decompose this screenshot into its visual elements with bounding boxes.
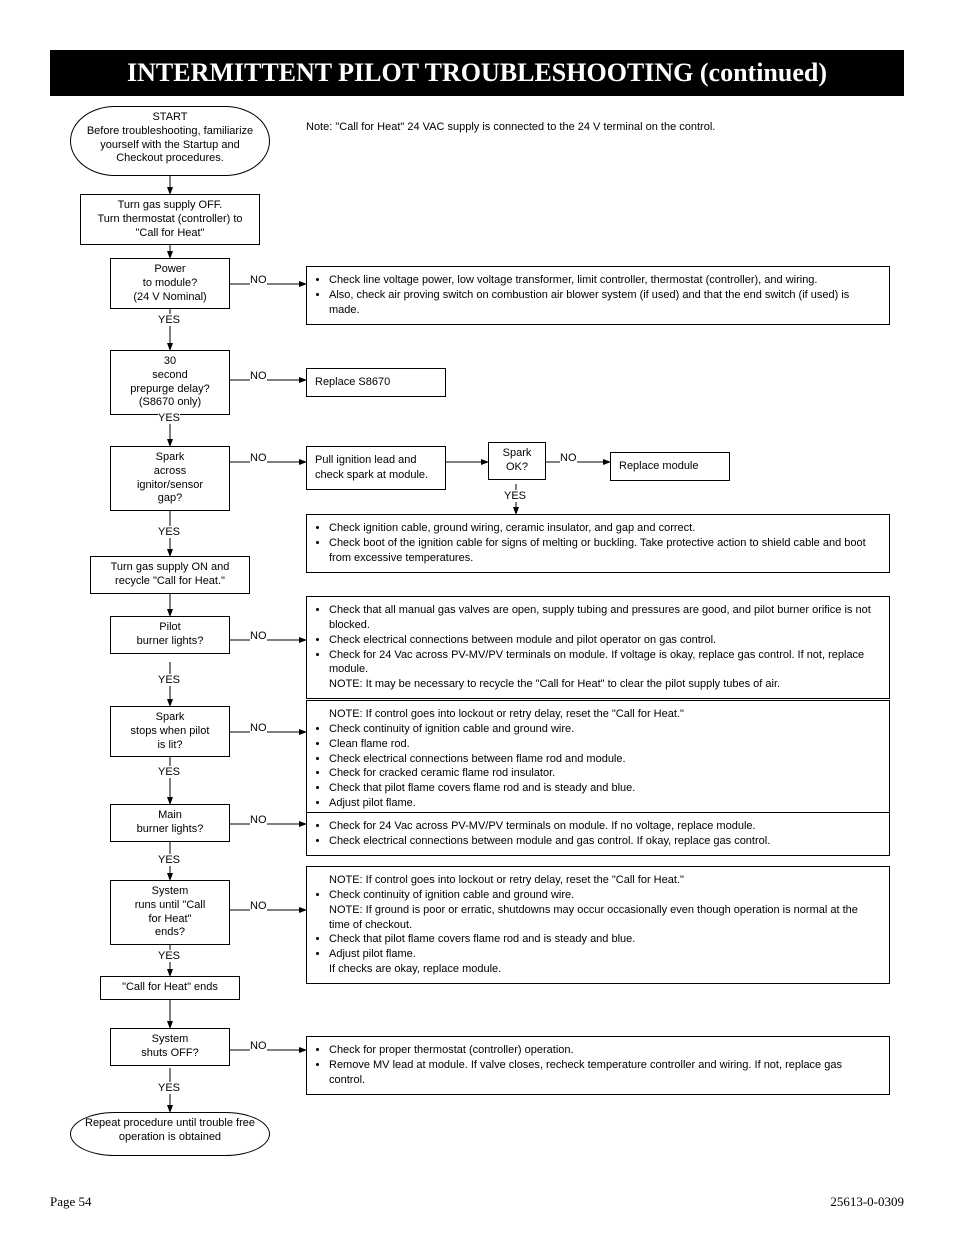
action-replace-module: Replace module: [610, 452, 730, 481]
document-number: 25613-0-0309: [830, 1194, 904, 1210]
list-item: Also, check air proving switch on combus…: [329, 288, 881, 318]
list-item: Check electrical connections between fla…: [329, 752, 881, 767]
decision-spark-across-gap: Sparkacrossignitor/sensorgap?: [110, 446, 230, 511]
process-gas-on: Turn gas supply ON andrecycle "Call for …: [90, 556, 250, 594]
list-item: Check that all manual gas valves are ope…: [329, 603, 881, 633]
list-item: Remove MV lead at module. If valve close…: [329, 1058, 881, 1088]
label-yes: YES: [158, 950, 180, 962]
label-no: NO: [560, 452, 577, 464]
label-yes: YES: [158, 854, 180, 866]
list-item: Check that pilot flame covers flame rod …: [329, 781, 881, 796]
label-yes: YES: [158, 674, 180, 686]
decision-system-runs: Systemruns until "Callfor Heat"ends?: [110, 880, 230, 945]
label-no: NO: [250, 630, 267, 642]
list-item: Check for proper thermostat (controller)…: [329, 1043, 881, 1058]
page-footer: Page 54 25613-0-0309: [50, 1194, 904, 1210]
note-text: NOTE: If control goes into lockout or re…: [315, 707, 881, 722]
label-no: NO: [250, 370, 267, 382]
decision-power-to-module: Powerto module?(24 V Nominal): [110, 258, 230, 309]
action-main-no: Check for 24 Vac across PV-MV/PV termina…: [306, 812, 890, 856]
terminal-start: STARTBefore troubleshooting, familiarize…: [70, 106, 270, 176]
decision-main-burner-lights: Mainburner lights?: [110, 804, 230, 842]
list-item: Check for 24 Vac across PV-MV/PV termina…: [329, 648, 881, 678]
list-item: Check line voltage power, low voltage tr…: [329, 273, 881, 288]
page: INTERMITTENT PILOT TROUBLESHOOTING (cont…: [0, 0, 954, 1235]
page-number: Page 54: [50, 1194, 92, 1210]
decision-spark-ok: SparkOK?: [488, 442, 546, 480]
label-no: NO: [250, 814, 267, 826]
label-no: NO: [250, 274, 267, 286]
label-no: NO: [250, 722, 267, 734]
list-item: Clean flame rod.: [329, 737, 881, 752]
list-item: Check ignition cable, ground wiring, cer…: [329, 521, 881, 536]
page-title: INTERMITTENT PILOT TROUBLESHOOTING (cont…: [50, 50, 904, 96]
action-spark-ok-checks: Check ignition cable, ground wiring, cer…: [306, 514, 890, 573]
flowchart: Note: "Call for Heat" 24 VAC supply is c…: [50, 106, 904, 1166]
label-yes: YES: [504, 490, 526, 502]
label-yes: YES: [158, 1082, 180, 1094]
list-item: Check for cracked ceramic flame rod insu…: [329, 766, 881, 781]
label-yes: YES: [158, 766, 180, 778]
label-yes: YES: [158, 526, 180, 538]
decision-pilot-burner-lights: Pilotburner lights?: [110, 616, 230, 654]
list-item: Check boot of the ignition cable for sig…: [329, 536, 881, 566]
label-no: NO: [250, 1040, 267, 1052]
list-item: Adjust pilot flame.: [329, 796, 881, 811]
list-item: Check electrical connections between mod…: [329, 834, 881, 849]
process-call-ends: "Call for Heat" ends: [100, 976, 240, 1000]
trail-text: If checks are okay, replace module.: [315, 962, 881, 977]
action-runs-no: NOTE: If control goes into lockout or re…: [306, 866, 890, 984]
action-replace-s8670: Replace S8670: [306, 368, 446, 397]
list-item: Check continuity of ignition cable and g…: [329, 722, 881, 737]
note-text: NOTE: If ground is poor or erratic, shut…: [315, 903, 881, 933]
decision-prepurge-delay: 30secondprepurge delay?(S8670 only): [110, 350, 230, 415]
action-pilot-no: Check that all manual gas valves are ope…: [306, 596, 890, 699]
note-text: NOTE: If control goes into lockout or re…: [315, 873, 881, 888]
list-item: Check that pilot flame covers flame rod …: [329, 932, 881, 947]
action-shuts-off-no: Check for proper thermostat (controller)…: [306, 1036, 890, 1095]
label-yes: YES: [158, 314, 180, 326]
list-item: Check for 24 Vac across PV-MV/PV termina…: [329, 819, 881, 834]
process-gas-off: Turn gas supply OFF.Turn thermostat (con…: [80, 194, 260, 245]
terminal-end: Repeat procedure until trouble free oper…: [70, 1112, 270, 1156]
label-no: NO: [250, 900, 267, 912]
action-pull-ignition-lead: Pull ignition lead and check spark at mo…: [306, 446, 446, 490]
list-item: Adjust pilot flame.: [329, 947, 881, 962]
decision-system-shuts-off: Systemshuts OFF?: [110, 1028, 230, 1066]
note-text: NOTE: It may be necessary to recycle the…: [315, 677, 881, 692]
label-no: NO: [250, 452, 267, 464]
action-no-power: Check line voltage power, low voltage tr…: [306, 266, 890, 325]
note-call-for-heat: Note: "Call for Heat" 24 VAC supply is c…: [306, 120, 866, 134]
decision-spark-stops: Sparkstops when pilotis lit?: [110, 706, 230, 757]
label-yes: YES: [158, 412, 180, 424]
list-item: Check continuity of ignition cable and g…: [329, 888, 881, 903]
list-item: Check electrical connections between mod…: [329, 633, 881, 648]
